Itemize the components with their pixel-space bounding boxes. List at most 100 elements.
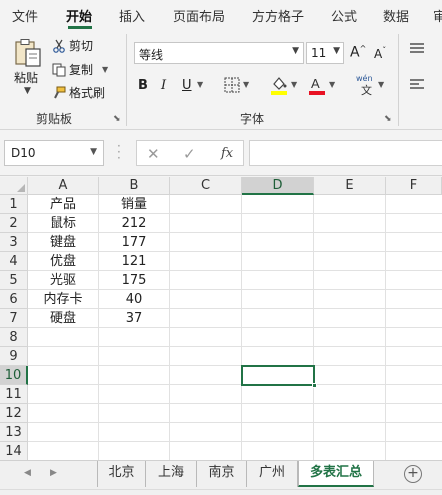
gridline [28,441,442,442]
underline-button[interactable]: U [182,76,192,96]
row-header-2[interactable]: 2 [0,214,28,233]
gridline [28,384,442,385]
tab-fangfang-gezi[interactable]: 方方格子 [252,6,304,25]
tab-formulas[interactable]: 公式 [331,6,357,25]
row-header-1[interactable]: 1 [0,195,28,214]
column-header-e[interactable]: E [314,177,386,195]
sheet-tab-guangzhou[interactable]: 广州 [247,461,298,487]
bold-button[interactable]: B [138,76,148,96]
sheet-tab-summary[interactable]: 多表汇总 [298,461,374,487]
font-color-dropdown-icon[interactable]: ▼ [329,80,335,89]
copy-button[interactable]: 复制 ▼ [52,61,108,78]
cell-a6[interactable]: 内存卡 [28,290,98,309]
row-header-8[interactable]: 8 [0,328,28,347]
row-header-6[interactable]: 6 [0,290,28,309]
next-sheet-icon[interactable]: ▶ [50,468,57,478]
clipboard-launcher-icon[interactable]: ⬊ [113,114,121,124]
phonetic-dropdown-icon[interactable]: ▼ [378,80,384,89]
tab-home[interactable]: 开始 [66,6,92,25]
font-launcher-icon[interactable]: ⬊ [384,114,392,124]
copy-icon [52,63,66,76]
row-header-9[interactable]: 9 [0,347,28,366]
paste-icon[interactable] [14,38,42,68]
resize-handle-icon[interactable]: · · · [117,140,121,164]
gridline [28,403,442,404]
select-all-button[interactable] [0,177,28,195]
cell-b3[interactable]: 177 [99,233,169,252]
tab-page-layout[interactable]: 页面布局 [173,6,225,25]
row-header-12[interactable]: 12 [0,404,28,423]
cell-b2[interactable]: 212 [99,214,169,233]
border-icon[interactable] [224,77,240,93]
font-name-select[interactable]: 等线 ▼ [134,42,304,64]
tab-data[interactable]: 数据 [383,6,409,25]
cut-label: 剪切 [69,39,94,53]
align-top-icon[interactable] [409,42,425,54]
tab-file[interactable]: 文件 [12,6,38,25]
font-size-select[interactable]: 11 ▼ [306,42,344,64]
paste-button[interactable]: 粘贴 [14,69,38,86]
sheet-tab-beijing[interactable]: 北京 [98,461,146,487]
confirm-icon[interactable]: ✓ [183,145,196,163]
fill-color-dropdown-icon[interactable]: ▼ [291,80,297,89]
row-header-5[interactable]: 5 [0,271,28,290]
copy-dropdown-icon[interactable]: ▼ [102,65,108,74]
align-left-icon[interactable] [409,78,425,90]
cell-a7[interactable]: 硬盘 [28,309,98,328]
cell-b1[interactable]: 销量 [99,195,169,214]
underline-dropdown-icon[interactable]: ▼ [197,80,203,89]
cell-b7[interactable]: 37 [99,309,169,328]
column-header-b[interactable]: B [99,177,170,195]
name-box[interactable]: D10 ▼ [4,140,104,166]
name-box-value: D10 [11,146,36,160]
worksheet-grid[interactable]: A B C D E F 1 2 3 4 5 6 7 8 9 10 11 12 1… [0,177,442,460]
sheet-tab-bar: ◀ ▶ 北京 上海 南京 广州 多表汇总 + [0,460,442,489]
row-header-13[interactable]: 13 [0,423,28,442]
formula-input[interactable] [249,140,442,166]
group-divider [126,34,127,126]
add-sheet-icon[interactable]: + [404,465,422,483]
border-dropdown-icon[interactable]: ▼ [243,80,249,89]
gridline [28,365,442,366]
scissors-icon [53,39,65,53]
column-header-f[interactable]: F [386,177,442,195]
group-divider [398,34,399,126]
cell-a4[interactable]: 优盘 [28,252,98,271]
row-header-7[interactable]: 7 [0,309,28,328]
format-painter-button[interactable]: 格式刷 [52,84,105,101]
cell-b6[interactable]: 40 [99,290,169,309]
column-header-d[interactable]: D [242,177,314,195]
svg-text:A: A [311,76,320,91]
row-header-14[interactable]: 14 [0,442,28,460]
cancel-icon[interactable]: ✕ [147,145,160,163]
cell-a5[interactable]: 光驱 [28,271,98,290]
row-header-3[interactable]: 3 [0,233,28,252]
column-header-c[interactable]: C [170,177,242,195]
cell-a1[interactable]: 产品 [28,195,98,214]
shrink-font-button[interactable]: Aˇ [374,46,386,61]
sheet-tab-shanghai[interactable]: 上海 [146,461,197,487]
row-header-11[interactable]: 11 [0,385,28,404]
row-header-4[interactable]: 4 [0,252,28,271]
column-header-a[interactable]: A [28,177,99,195]
cell-a2[interactable]: 鼠标 [28,214,98,233]
grow-font-button[interactable]: A^ [350,44,366,61]
tab-review[interactable]: 审 [433,6,442,25]
cell-b4[interactable]: 121 [99,252,169,271]
sheet-tab-nanjing[interactable]: 南京 [197,461,247,487]
format-painter-icon [54,86,66,98]
fill-handle[interactable] [312,383,317,388]
cut-button[interactable]: 剪切 [52,37,93,54]
tab-insert[interactable]: 插入 [119,6,145,25]
active-cell-d10[interactable] [241,365,317,388]
chevron-down-icon: ▼ [90,147,97,157]
italic-button[interactable]: I [161,76,166,96]
insert-function-button[interactable]: fx [221,146,233,161]
prev-sheet-icon[interactable]: ◀ [24,468,31,478]
paste-dropdown-icon[interactable]: ▼ [24,86,31,96]
font-color-icon[interactable]: A [308,75,326,95]
cell-b5[interactable]: 175 [99,271,169,290]
row-header-10[interactable]: 10 [0,366,28,385]
fill-color-icon[interactable] [270,75,288,95]
cell-a3[interactable]: 键盘 [28,233,98,252]
